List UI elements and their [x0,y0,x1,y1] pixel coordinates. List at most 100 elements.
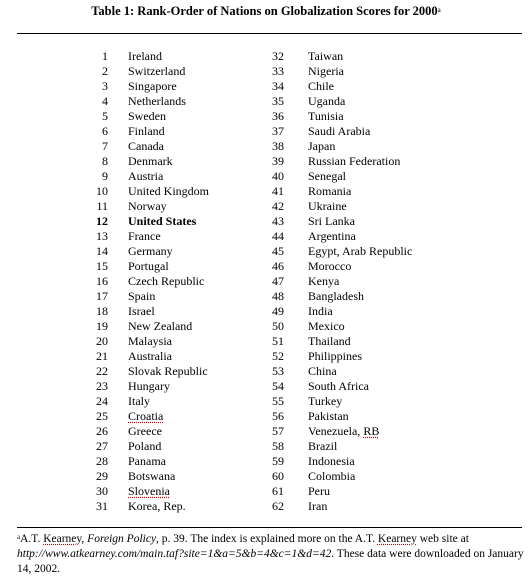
nation-name: Taiwan [308,49,344,63]
rank-number: 33 [272,64,284,78]
rank-number: 9 [102,169,108,183]
rank-number: 35 [272,94,284,108]
rank-number: 54 [272,379,284,393]
nation-name: France [128,229,161,243]
rank-number: 34 [272,79,284,93]
nation-name: United Kingdom [128,184,209,198]
nation-name: Israel [128,304,155,318]
rank-number: 24 [96,394,108,408]
nation-name: Saudi Arabia [308,124,371,138]
rank-number: 4 [102,94,108,108]
nation-name: Peru [308,484,330,498]
nation-name: Norway [128,199,167,213]
nation-name: Slovak Republic [128,364,208,378]
rank-number: 25 [96,409,108,423]
rank-number: 56 [272,409,284,423]
nation-name: New Zealand [128,319,193,333]
nation-name: Netherlands [128,94,186,108]
nation-name: Philippines [308,349,363,363]
nation-name: Chile [308,79,334,93]
footnote-url[interactable]: http://www.atkearney.com/main.taf?site=1… [17,548,331,560]
nation-name: Uganda [308,94,346,108]
nation-name: Italy [128,394,150,408]
rank-number: 45 [272,244,284,258]
nation-name: Denmark [128,154,173,168]
nation-name: Bangladesh [308,289,364,303]
top-rule [17,33,522,34]
title-footnote-marker: a [437,6,441,14]
rank-number: 57 [272,424,284,438]
rank-number: 47 [272,274,284,288]
nation-name: Pakistan [308,409,349,423]
rank-number: 37 [272,124,284,138]
rank-number: 59 [272,454,284,468]
rank-number: 16 [96,274,108,288]
nation-name: Australia [128,349,172,363]
rank-number: 60 [272,469,284,483]
nation-name: South Africa [308,379,369,393]
nation-name: Russian Federation [308,154,401,168]
rank-number: 58 [272,439,284,453]
footnote-author-prefix: A.T. [20,533,44,545]
rank-number: 18 [96,304,108,318]
nation-name: Singapore [128,79,177,93]
nation-name-part: Venezuela, [308,424,364,438]
rank-number: 43 [272,214,284,228]
nation-name: Croatia [128,409,164,423]
nation-name: United States [128,214,197,228]
rank-number: 49 [272,304,284,318]
rank-number: 12 [96,214,108,228]
rank-number: 48 [272,289,284,303]
rank-number: 40 [272,169,284,183]
nation-name: Austria [128,169,164,183]
rank-number: 7 [102,139,108,153]
nation-name: Germany [128,244,173,258]
nation-name: Mexico [308,319,345,333]
nation-name: Tunisia [308,109,344,123]
footnote-text-1: , p. 39. The index is explained more on … [156,533,378,545]
rank-number: 27 [96,439,108,453]
nation-name: Hungary [128,379,170,393]
footnote-author-name: Kearney [43,533,82,545]
nation-name: Botswana [128,469,176,483]
nation-name: Ukraine [308,199,347,213]
nation-name: Senegal [308,169,346,183]
rank-number: 8 [102,154,108,168]
nation-name: Iran [308,499,328,513]
rank-number: 50 [272,319,284,333]
rank-number: 55 [272,394,284,408]
nation-name: Romania [308,184,352,198]
nation-name: Colombia [308,469,356,483]
rank-number: 14 [96,244,108,258]
nation-name: Kenya [308,274,340,288]
nation-name: Turkey [308,394,343,408]
nation-name: Nigeria [308,64,344,78]
rank-number: 38 [272,139,284,153]
rank-number: 6 [102,124,108,138]
nation-name: Ireland [128,49,162,63]
rank-number: 20 [96,334,108,348]
rank-number: 17 [96,289,108,303]
nation-name: Egypt, Arab Republic [308,244,413,258]
nation-name: Sri Lanka [308,214,355,228]
rank-number: 62 [272,499,284,513]
rank-number: 3 [102,79,108,93]
nation-name: Japan [308,139,336,153]
nation-name: Switzerland [128,64,186,78]
nation-name: Indonesia [308,454,355,468]
nation-name: Malaysia [128,334,172,348]
rank-number: 61 [272,484,284,498]
table-title-text: Table 1: Rank-Order of Nations on Global… [91,4,438,18]
rank-number: 5 [102,109,108,123]
rank-number: 52 [272,349,284,363]
rank-number: 23 [96,379,108,393]
rank-number: 2 [102,64,108,78]
nation-name: Finland [128,124,165,138]
rank-number: 26 [96,424,108,438]
nation-name: Spain [128,289,156,303]
rank-number: 15 [96,259,108,273]
nation-name: Czech Republic [128,274,205,288]
nation-name: Argentina [308,229,356,243]
footnote-author-name-2: Kearney [377,533,417,545]
nation-name: India [308,304,333,318]
